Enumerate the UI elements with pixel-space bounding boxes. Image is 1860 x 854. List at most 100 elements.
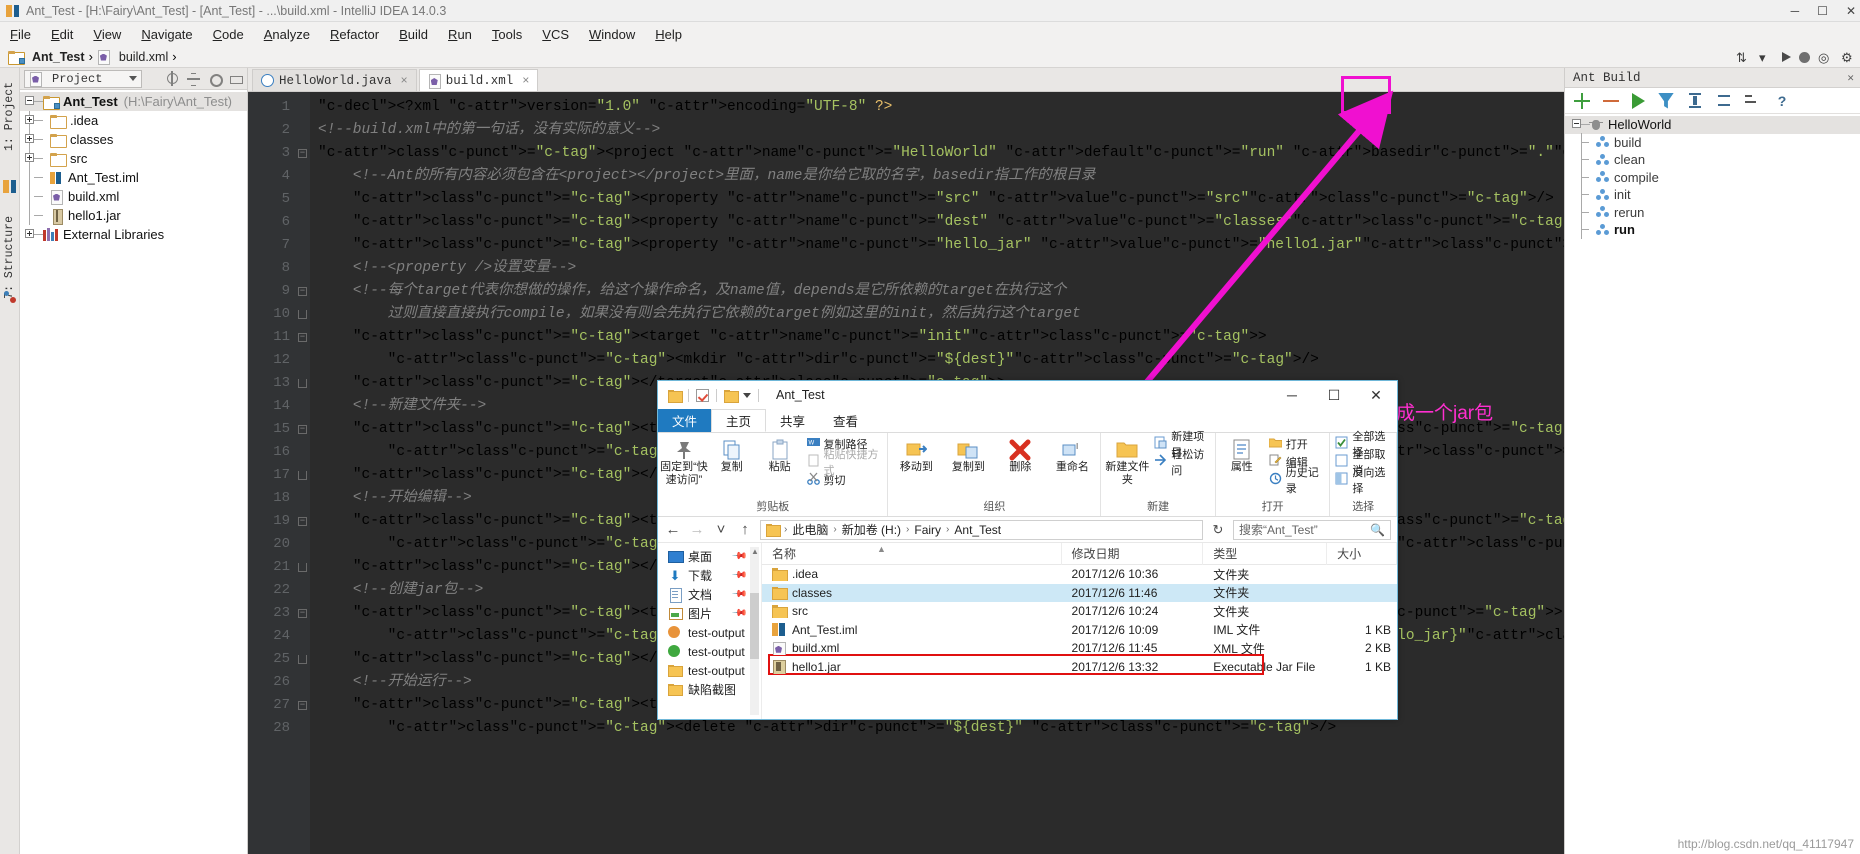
file-row[interactable]: src 2017/12/6 10:24 文件夹 <box>762 602 1397 621</box>
ribbon-small-paste-shortcut-icon[interactable]: 粘贴快捷方式 <box>804 449 886 477</box>
run-target-icon[interactable] <box>1632 92 1645 109</box>
recent-locations-button[interactable]: ˅ <box>712 521 730 538</box>
explorer-minimize-button[interactable]: ─ <box>1271 381 1313 409</box>
ribbon-small-history-icon[interactable]: 历史记录 <box>1266 467 1328 495</box>
nav-pane-item[interactable]: 缺陷截图 <box>658 680 761 699</box>
address-crumb[interactable]: Fairy <box>914 523 941 537</box>
fold-cell[interactable]: − <box>296 326 310 349</box>
explorer-search-box[interactable]: 搜索“Ant_Test” 🔍 <box>1233 519 1391 540</box>
menu-item-code[interactable]: Code <box>211 25 246 44</box>
project-tree-row[interactable]: classes <box>20 130 247 149</box>
fold-cell[interactable] <box>296 717 310 740</box>
code-line[interactable]: <!--每个target代表你想做的操作，给这个操作命名，及name值，depe… <box>318 280 1564 303</box>
fold-cell[interactable]: − <box>296 602 310 625</box>
ant-target-row[interactable]: compile <box>1565 167 1860 187</box>
ant-target-row[interactable]: run <box>1565 220 1860 240</box>
project-tree-row[interactable]: src <box>20 149 247 168</box>
ribbon-button-paste-icon[interactable]: 粘贴 <box>756 435 804 474</box>
nav-pane-item[interactable]: 图片 📌 <box>658 604 761 623</box>
ant-target-row[interactable]: clean <box>1565 150 1860 170</box>
column-header-大小[interactable]: 大小 <box>1327 542 1398 565</box>
new-folder-quick-icon[interactable] <box>724 389 739 403</box>
fold-cell[interactable] <box>296 188 310 211</box>
fold-cell[interactable] <box>296 464 310 487</box>
quick-access-chevron-icon[interactable] <box>743 392 751 398</box>
scroll-up-arrow[interactable]: ▲ <box>751 547 759 556</box>
explorer-tab-共享[interactable]: 共享 <box>766 409 819 432</box>
menu-item-vcs[interactable]: VCS <box>540 25 571 44</box>
collapse-toggle-icon[interactable] <box>1572 119 1581 129</box>
fold-cell[interactable]: − <box>296 142 310 165</box>
expand-toggle-icon[interactable] <box>25 153 34 162</box>
project-tree-row[interactable]: .idea <box>20 111 247 130</box>
column-header-类型[interactable]: 类型 <box>1203 542 1328 565</box>
menu-item-edit[interactable]: Edit <box>49 25 75 44</box>
ribbon-button-new-folder-icon[interactable]: 新建文件夹 <box>1103 435 1151 487</box>
refresh-button[interactable]: ↻ <box>1209 522 1227 538</box>
scroll-from-source-icon[interactable] <box>166 71 179 86</box>
vcs-updown-icon[interactable]: ⇅ <box>1736 50 1751 65</box>
ant-target-row[interactable]: HelloWorld <box>1565 116 1860 134</box>
code-line[interactable]: <!--Ant的所有内容必须包含在<project></project>里面，n… <box>318 165 1564 188</box>
gear-icon[interactable] <box>208 72 223 87</box>
coverage-icon[interactable]: ◎ <box>1818 50 1833 65</box>
fold-cell[interactable] <box>296 579 310 602</box>
fold-collapse-icon[interactable]: − <box>298 517 307 526</box>
pin-icon[interactable]: 📌 <box>730 586 747 603</box>
menu-item-analyze[interactable]: Analyze <box>262 25 312 44</box>
file-row[interactable]: hello1.jar 2017/12/6 13:32 Executable Jar … <box>762 658 1397 677</box>
ribbon-button-delete-icon[interactable]: 删除 <box>994 435 1046 474</box>
code-line[interactable]: "c-attr">class"c-punct">="c-tag"><proper… <box>318 234 1564 257</box>
nav-pane-item[interactable]: 文档 📌 <box>658 585 761 604</box>
code-line[interactable]: <!--build.xml中的第一句话，没有实际的意义--> <box>318 119 1564 142</box>
ant-target-row[interactable]: rerun <box>1565 202 1860 222</box>
address-crumb[interactable]: 此电脑 <box>792 521 828 538</box>
fold-end-icon[interactable] <box>298 563 307 572</box>
back-button[interactable]: ← <box>664 521 682 538</box>
explorer-tab-查看[interactable]: 查看 <box>819 409 872 432</box>
nav-pane-item[interactable]: test-output <box>658 623 761 642</box>
fold-cell[interactable]: − <box>296 694 310 717</box>
fold-collapse-icon[interactable]: − <box>298 149 307 158</box>
tool-window-project-label[interactable]: 1: Project <box>3 82 16 151</box>
editor-tab-HelloWorld-java[interactable]: HelloWorld.java × <box>252 69 417 91</box>
nav-pane-item[interactable]: test-output <box>658 661 761 680</box>
nav-pane-item[interactable]: test-output <box>658 642 761 661</box>
scrollbar-thumb[interactable] <box>750 593 759 659</box>
properties-check-icon[interactable] <box>696 388 709 402</box>
project-tree[interactable]: Ant_Test (H:\Fairy\Ant_Test) .idea classes s… <box>20 90 247 854</box>
code-folding-gutter[interactable]: − − − − − − − <box>296 92 310 854</box>
expand-toggle-icon[interactable] <box>25 229 34 238</box>
menu-item-help[interactable]: Help <box>653 25 684 44</box>
file-row[interactable]: .idea 2017/12/6 10:36 文件夹 <box>762 565 1397 584</box>
fold-cell[interactable] <box>296 211 310 234</box>
fold-cell[interactable] <box>296 441 310 464</box>
fold-collapse-icon[interactable]: − <box>298 333 307 342</box>
run-icon[interactable] <box>1782 52 1791 62</box>
collapse-all-icon[interactable] <box>1716 93 1732 109</box>
project-tree-row[interactable]: Ant_Test (H:\Fairy\Ant_Test) <box>20 92 247 111</box>
fold-cell[interactable] <box>296 487 310 510</box>
close-button[interactable]: ✕ <box>1846 4 1856 18</box>
address-crumb[interactable]: Ant_Test <box>954 523 1001 537</box>
ribbon-small-invert-selection-icon[interactable]: 反向选择 <box>1332 467 1394 495</box>
ribbon-button-properties-icon[interactable]: 属性 <box>1218 435 1266 474</box>
tool-window-structure-label[interactable]: 7: Structure <box>3 216 16 299</box>
close-tab-icon[interactable]: × <box>522 74 529 88</box>
ribbon-small-scissors-icon[interactable]: 剪切 <box>804 471 886 489</box>
fold-cell[interactable] <box>296 648 310 671</box>
ribbon-button-copy-to-icon[interactable]: 复制到 <box>942 435 994 474</box>
breadcrumb-item-file[interactable]: build.xml <box>97 49 168 65</box>
add-build-file-icon[interactable] <box>1574 92 1590 109</box>
nav-pane-item[interactable]: ⬇ 下载 📌 <box>658 566 761 585</box>
fold-collapse-icon[interactable]: − <box>298 609 307 618</box>
filter-targets-icon[interactable] <box>1658 92 1674 109</box>
fold-cell[interactable] <box>296 119 310 142</box>
project-tree-row[interactable]: External Libraries <box>20 225 247 244</box>
ribbon-button-pin-icon[interactable]: 固定到“快速访问” <box>660 435 708 487</box>
file-row[interactable]: classes 2017/12/6 11:46 文件夹 <box>762 583 1397 602</box>
ant-targets-tree[interactable]: HelloWorld build clean compile init rerun run <box>1565 114 1860 854</box>
fold-cell[interactable]: − <box>296 280 310 303</box>
code-line[interactable]: "c-attr">class"c-punct">="c-tag"><mkdir … <box>318 349 1564 372</box>
run-config-dropdown[interactable]: ▾ <box>1759 50 1774 65</box>
